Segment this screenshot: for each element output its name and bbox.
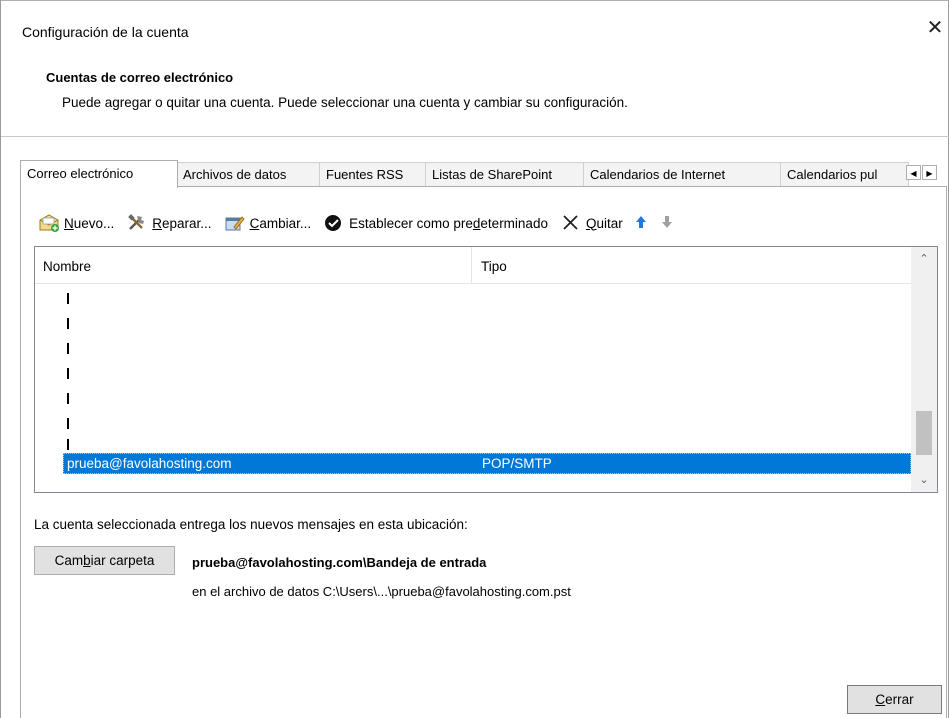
change-folder-pre: Cam — [54, 553, 84, 568]
tab-internet-calendars[interactable]: Calendarios de Internet — [584, 162, 781, 186]
new-button[interactable]: Nuevo... — [38, 213, 114, 233]
change-label-key: C — [249, 215, 260, 231]
column-header-name[interactable]: Nombre — [43, 259, 91, 274]
set-default-label-post: eterminado — [480, 215, 548, 231]
data-file-path: en el archivo de datos C:\Users\...\prue… — [192, 584, 571, 599]
tab-strip: Correo electrónico Archivos de datos Fue… — [20, 160, 949, 188]
account-type: POP/SMTP — [482, 456, 552, 471]
header-divider — [1, 136, 949, 137]
account-toolbar: Nuevo... Reparar... Cambiar... Establece… — [38, 212, 685, 234]
scroll-up-icon[interactable]: ⌃ — [911, 249, 937, 269]
remove-label-post: uitar — [596, 215, 623, 231]
tab-published-calendars[interactable]: Calendarios pul — [781, 162, 909, 186]
move-down-button[interactable] — [661, 215, 673, 232]
move-up-button[interactable] — [635, 215, 647, 232]
list-item-marker — [67, 343, 69, 354]
list-item-marker — [67, 293, 69, 304]
list-item-marker — [67, 439, 69, 450]
change-folder-button[interactable]: Cambiar carpeta — [34, 546, 175, 575]
change-account-icon — [224, 213, 246, 233]
list-item-marker — [67, 393, 69, 404]
scroll-down-icon[interactable]: ⌄ — [911, 470, 937, 490]
new-label-key: N — [64, 215, 74, 231]
remove-label-key: Q — [585, 215, 597, 231]
repair-tools-icon — [126, 213, 148, 233]
x-remove-icon — [560, 213, 582, 233]
account-name: prueba@favolahosting.com — [67, 456, 232, 471]
close-label-key: C — [875, 692, 886, 707]
section-title: Cuentas de correo electrónico — [46, 70, 234, 85]
close-button[interactable]: Cerrar — [847, 685, 942, 714]
tab-scroll-right-icon[interactable]: ▶ — [922, 165, 937, 180]
new-account-icon — [38, 213, 60, 233]
list-header: Nombre Tipo — [35, 247, 911, 284]
column-header-type[interactable]: Tipo — [481, 259, 507, 274]
change-label-post: ambiar... — [259, 215, 312, 231]
change-folder-post: iar carpeta — [90, 553, 155, 568]
scroll-thumb[interactable] — [916, 411, 932, 455]
repair-label-post: eparar... — [162, 215, 212, 231]
set-default-label-pre: Establecer como pre — [349, 215, 473, 231]
repair-button[interactable]: Reparar... — [126, 213, 212, 233]
checkmark-circle-icon — [323, 213, 345, 233]
selected-account-row[interactable]: prueba@favolahosting.com POP/SMTP — [63, 453, 911, 474]
account-settings-dialog: Configuración de la cuenta ✕ Cuentas de … — [0, 0, 949, 718]
remove-button[interactable]: Quitar — [560, 213, 623, 233]
close-icon[interactable]: ✕ — [923, 16, 947, 40]
arrow-up-icon — [635, 215, 647, 232]
list-item-marker — [67, 368, 69, 379]
list-scrollbar[interactable]: ⌃ ⌄ — [911, 247, 937, 492]
new-label-post: uevo... — [73, 215, 115, 231]
dialog-header: Cuentas de correo electrónico Puede agre… — [46, 70, 628, 110]
tab-scroll-left-icon[interactable]: ◀ — [906, 165, 921, 180]
change-folder-key: b — [83, 553, 91, 568]
tab-sharepoint-lists[interactable]: Listas de SharePoint — [426, 162, 584, 186]
change-button[interactable]: Cambiar... — [224, 213, 312, 233]
account-list[interactable]: Nombre Tipo prueba@favolahosting.com POP… — [34, 246, 938, 493]
delivery-label: La cuenta seleccionada entrega los nuevo… — [34, 517, 468, 532]
list-item-marker — [67, 318, 69, 329]
tab-email[interactable]: Correo electrónico — [20, 160, 178, 188]
tab-data-files[interactable]: Archivos de datos — [177, 162, 320, 186]
set-default-button[interactable]: Establecer como pre d eterminado — [323, 213, 548, 233]
inbox-path: prueba@favolahosting.com\Bandeja de entr… — [192, 555, 487, 570]
column-divider — [471, 247, 472, 283]
list-item-marker — [67, 418, 69, 429]
close-label-post: errar — [885, 692, 914, 707]
window-title: Configuración de la cuenta — [22, 24, 189, 40]
arrow-down-icon — [661, 215, 673, 232]
top-border — [1, 0, 949, 1]
tab-rss-feeds[interactable]: Fuentes RSS — [320, 162, 426, 186]
repair-label-key: R — [152, 215, 163, 231]
section-description: Puede agregar o quitar una cuenta. Puede… — [62, 95, 628, 110]
set-default-label-key: d — [472, 215, 481, 231]
